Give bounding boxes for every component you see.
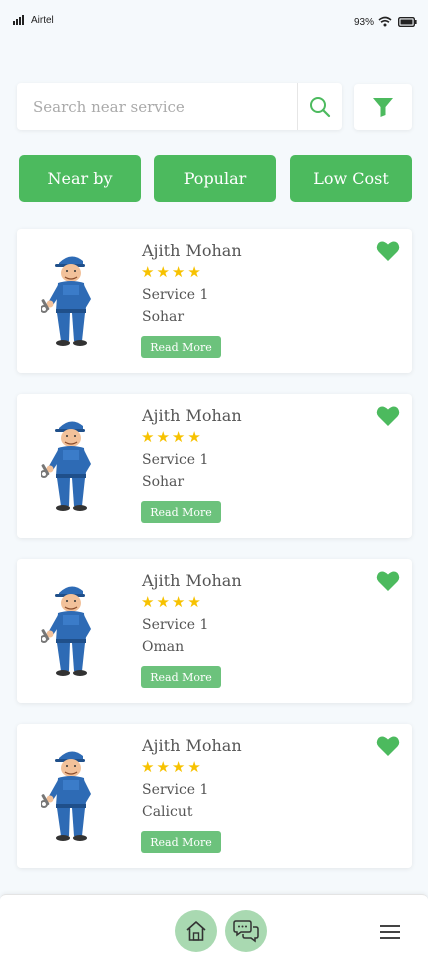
status-bar: Airtel 93% — [0, 0, 428, 44]
service-card[interactable]: Ajith Mohan ★ ★ ★ ★ Service 1 Calicut Read … — [17, 724, 412, 868]
star-icon: ★ — [171, 263, 186, 281]
heart-icon[interactable] — [376, 735, 400, 757]
heart-icon[interactable] — [376, 240, 400, 262]
service-card[interactable]: Ajith Mohan ★ ★ ★ ★ Service 1 Sohar Read Mo… — [17, 394, 412, 538]
heart-icon[interactable] — [376, 405, 400, 427]
heart-icon[interactable] — [376, 570, 400, 592]
star-icon: ★ — [141, 428, 155, 446]
chat-icon — [233, 920, 259, 943]
star-icon: ★ — [187, 758, 201, 776]
star-icon: ★ — [187, 428, 201, 446]
star-icon: ★ — [156, 428, 170, 446]
provider-name: Ajith Mohan — [142, 241, 242, 260]
mechanic-image — [41, 586, 91, 676]
star-icon: ★ — [187, 263, 201, 281]
location: Sohar — [142, 474, 185, 490]
star-icon: ★ — [156, 758, 170, 776]
service-name: Service 1 — [142, 287, 209, 303]
provider-name: Ajith Mohan — [142, 571, 242, 590]
read-more-button[interactable]: Read More — [141, 666, 221, 688]
star-icon: ★ — [141, 758, 155, 776]
location: Sohar — [142, 309, 185, 325]
search-button[interactable] — [298, 83, 342, 130]
star-icon: ★ — [171, 593, 186, 611]
star-icon: ★ — [171, 758, 186, 776]
chat-button[interactable] — [225, 910, 267, 952]
mechanic-image — [41, 421, 91, 511]
provider-name: Ajith Mohan — [142, 406, 242, 425]
star-icon: ★ — [141, 593, 155, 611]
star-icon: ★ — [141, 263, 155, 281]
search-input[interactable] — [17, 83, 297, 130]
read-more-button[interactable]: Read More — [141, 336, 221, 358]
service-name: Service 1 — [142, 617, 209, 633]
battery-percent: 93% — [354, 17, 375, 28]
menu-icon[interactable] — [380, 925, 400, 939]
service-name: Service 1 — [142, 452, 209, 468]
wifi-icon — [378, 16, 392, 27]
read-more-button[interactable]: Read More — [141, 501, 221, 523]
home-icon — [186, 921, 206, 941]
star-icon: ★ — [156, 593, 170, 611]
signal-icon — [13, 15, 25, 25]
mechanic-image — [41, 256, 91, 346]
rating-stars: ★ ★ ★ ★ — [141, 265, 201, 280]
search-icon — [310, 96, 331, 117]
bottom-nav — [0, 894, 428, 967]
tab-low-cost[interactable]: Low Cost — [290, 155, 412, 202]
star-icon: ★ — [171, 428, 186, 446]
rating-stars: ★ ★ ★ ★ — [141, 760, 201, 775]
filter-icon — [373, 98, 393, 117]
location: Oman — [142, 639, 185, 655]
search-box — [17, 83, 342, 130]
tab-near-by[interactable]: Near by — [19, 155, 141, 202]
service-card[interactable]: Ajith Mohan ★ ★ ★ ★ Service 1 Oman Read Mor… — [17, 559, 412, 703]
service-name: Service 1 — [142, 782, 209, 798]
provider-name: Ajith Mohan — [142, 736, 242, 755]
rating-stars: ★ ★ ★ ★ — [141, 430, 201, 445]
battery-icon — [398, 17, 417, 27]
read-more-button[interactable]: Read More — [141, 831, 221, 853]
star-icon: ★ — [156, 263, 170, 281]
carrier-name: Airtel — [31, 15, 54, 26]
mechanic-image — [41, 751, 91, 841]
filter-button[interactable] — [354, 84, 412, 130]
star-icon: ★ — [187, 593, 201, 611]
home-button[interactable] — [175, 910, 217, 952]
service-card[interactable]: Ajith Mohan ★ ★ ★ ★ Service 1 Sohar Read Mo… — [17, 229, 412, 373]
rating-stars: ★ ★ ★ ★ — [141, 595, 201, 610]
tab-popular[interactable]: Popular — [154, 155, 276, 202]
location: Calicut — [142, 804, 193, 820]
